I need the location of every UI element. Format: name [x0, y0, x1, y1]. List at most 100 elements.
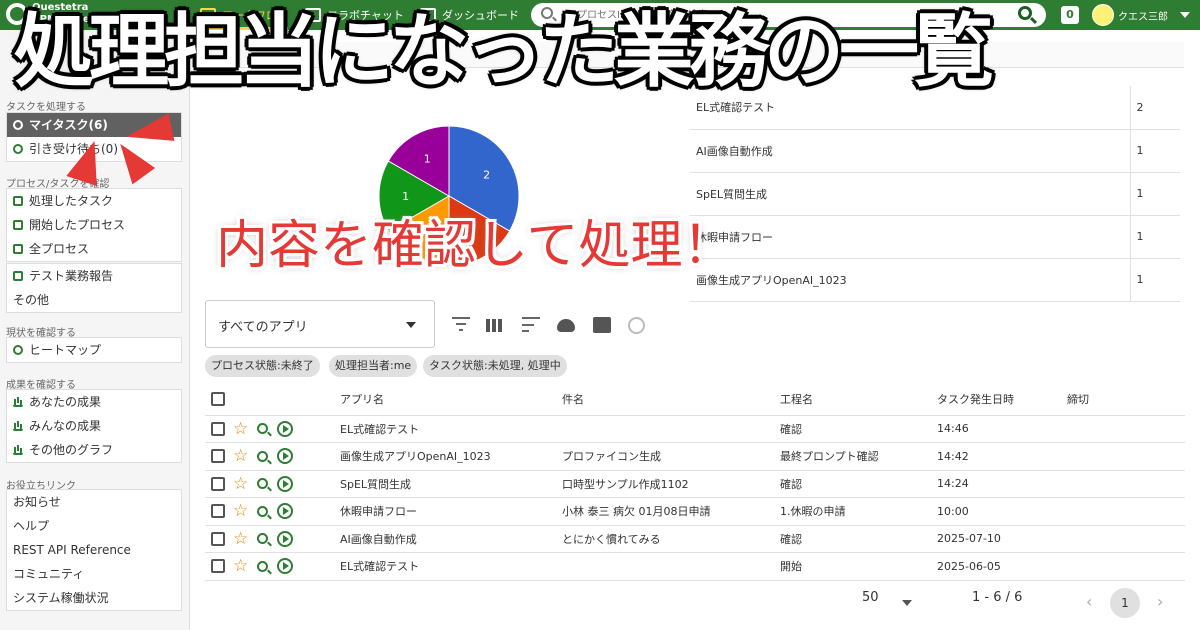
row-checkbox[interactable] [211, 476, 225, 491]
sidebar-item-started[interactable]: 開始したプロセス [7, 213, 181, 237]
pie-slice-label: 1 [402, 190, 409, 203]
per-page-select[interactable]: 50 [862, 590, 879, 605]
cell-app[interactable]: 休暇申請フロー [340, 497, 562, 526]
table-row[interactable]: ☆ 休暇申請フロー 小林 泰三 病欠 01月08日申請 1.休暇の申請 10:00 [205, 497, 1185, 526]
sidebar-item-heatmap[interactable]: ヒートマップ [7, 338, 181, 362]
search-icon[interactable] [257, 505, 269, 517]
sidebar-link-news[interactable]: お知らせ [7, 490, 181, 514]
stats-app-name: 画像生成アプリOpenAI_1023 [690, 258, 1130, 302]
header-step[interactable]: 工程名 [780, 383, 937, 416]
sidebar-link-system-status[interactable]: システム稼働状況 [7, 586, 181, 610]
header-deadline[interactable]: 締切 [1067, 383, 1185, 416]
search-icon[interactable] [257, 533, 269, 545]
page-current-button[interactable]: 1 [1110, 588, 1140, 618]
table-row[interactable]: ☆ EL式確認テスト 開始 2025-06-05 [205, 552, 1185, 581]
star-icon[interactable]: ☆ [233, 558, 248, 575]
row-checkbox[interactable] [211, 559, 225, 574]
next-page-button[interactable]: › [1157, 592, 1163, 611]
sidebar-item-your-results[interactable]: あなたの成果 [7, 390, 181, 414]
cell-app[interactable]: EL式確認テスト [340, 415, 562, 443]
search-icon[interactable] [257, 423, 269, 435]
prev-page-button[interactable]: ‹ [1086, 592, 1092, 611]
cell-title[interactable]: とにかく慣れてみる [562, 525, 780, 553]
save-icon[interactable] [593, 317, 611, 333]
sidebar-item-test-report[interactable]: テスト業務報告 [7, 264, 181, 288]
sidebar-item-label: ヒートマップ [29, 343, 102, 357]
sidebar-link-community[interactable]: コミュニティ [7, 562, 181, 586]
chevron-down-icon [406, 322, 416, 328]
search-icon[interactable] [257, 450, 269, 462]
cell-app[interactable]: EL式確認テスト [340, 552, 562, 581]
columns-icon[interactable] [486, 319, 504, 332]
sidebar-item-other-graphs[interactable]: その他のグラフ [7, 438, 181, 462]
sidebar-item-processed[interactable]: 処理したタスク [7, 189, 181, 213]
row-checkbox[interactable] [211, 504, 225, 519]
cell-deadline [1067, 552, 1185, 581]
star-icon[interactable]: ☆ [233, 475, 248, 492]
row-checkbox[interactable] [211, 449, 225, 464]
cell-deadline [1067, 525, 1185, 553]
star-icon[interactable]: ☆ [233, 420, 248, 437]
sidebar-section-task: タスクを処理する [6, 102, 86, 113]
stats-app-name: 休暇申請フロー [690, 215, 1130, 259]
flow-icon [13, 196, 23, 206]
filter-icon[interactable] [452, 317, 470, 333]
table-row[interactable]: ☆ 画像生成アプリOpenAI_1023 プロファイコン生成 最終プロンプト確認 14:… [205, 442, 1185, 471]
filter-chip-task-state[interactable]: タスク状態:未処理, 処理中 [423, 355, 567, 377]
star-icon[interactable]: ☆ [233, 530, 248, 547]
table-row[interactable]: ☆ AI画像自動作成 とにかく慣れてみる 確認 2025-07-10 [205, 525, 1185, 553]
filter-chip-assignee[interactable]: 処理担当者:me [329, 355, 418, 377]
sidebar-item-everyone-results[interactable]: みんなの成果 [7, 414, 181, 438]
download-icon[interactable] [557, 319, 575, 332]
star-icon[interactable]: ☆ [233, 448, 248, 465]
app-select[interactable]: すべてのアプリ [205, 300, 435, 348]
sidebar-group-links: お知らせ ヘルプ REST API Reference コミュニティ システム稼… [6, 489, 182, 611]
bar-chart-icon [13, 421, 23, 431]
cell-step: 確認 [780, 415, 937, 443]
header-date[interactable]: タスク発生日時 [937, 383, 1067, 416]
table-row[interactable]: ☆ SpEL質問生成 口時型サンプル作成1102 確認 14:24 [205, 470, 1185, 498]
sidebar-item-others[interactable]: その他 [7, 288, 181, 312]
star-icon[interactable]: ☆ [233, 503, 248, 520]
stats-count: 1 [1129, 129, 1180, 173]
cell-app[interactable]: 画像生成アプリOpenAI_1023 [340, 442, 562, 471]
sidebar-link-help[interactable]: ヘルプ [7, 514, 181, 538]
search-icon[interactable] [257, 560, 269, 572]
cell-app[interactable]: AI画像自動作成 [340, 525, 562, 553]
cell-date: 14:24 [937, 470, 1067, 498]
sort-icon[interactable] [522, 317, 540, 333]
sidebar-item-label: あなたの成果 [29, 395, 102, 409]
cell-title[interactable]: 小林 泰三 病欠 01月08日申請 [562, 497, 780, 526]
cell-deadline [1067, 442, 1185, 471]
cell-title[interactable]: 口時型サンプル作成1102 [562, 470, 780, 498]
table-row[interactable]: ☆ EL式確認テスト 確認 14:46 [205, 415, 1185, 443]
filter-chip-process-state[interactable]: プロセス状態:未終了 [205, 355, 320, 377]
cell-title[interactable] [562, 552, 780, 581]
cell-title[interactable]: プロファイコン生成 [562, 442, 780, 471]
cell-app[interactable]: SpEL質問生成 [340, 470, 562, 498]
search-icon[interactable] [257, 478, 269, 490]
play-icon[interactable] [277, 503, 294, 520]
cell-step: 確認 [780, 525, 937, 553]
play-icon[interactable] [277, 558, 294, 575]
select-all-checkbox[interactable] [211, 391, 225, 406]
sidebar-item-label: みんなの成果 [29, 419, 102, 433]
cell-title[interactable] [562, 415, 780, 443]
sidebar-link-rest-api[interactable]: REST API Reference [7, 538, 181, 562]
play-icon[interactable] [277, 475, 294, 492]
header-title[interactable]: 件名 [562, 383, 780, 416]
header-app[interactable]: アプリ名 [340, 383, 562, 416]
sidebar-group-saved: テスト業務報告 その他 [6, 263, 182, 313]
row-checkbox[interactable] [211, 531, 225, 546]
play-icon[interactable] [277, 420, 294, 437]
play-icon[interactable] [628, 317, 645, 334]
sidebar-item-all[interactable]: 全プロセス [7, 237, 181, 261]
play-icon[interactable] [277, 530, 294, 547]
overlay-headline: 処理担当になった業務の一覧 [14, 5, 994, 98]
chevron-down-icon[interactable] [902, 600, 912, 606]
play-icon[interactable] [277, 448, 294, 465]
bar-chart-icon [13, 445, 23, 455]
copy-icon [13, 220, 23, 230]
sidebar-item-label: マイタスク(6) [29, 118, 108, 132]
row-checkbox[interactable] [211, 421, 225, 436]
